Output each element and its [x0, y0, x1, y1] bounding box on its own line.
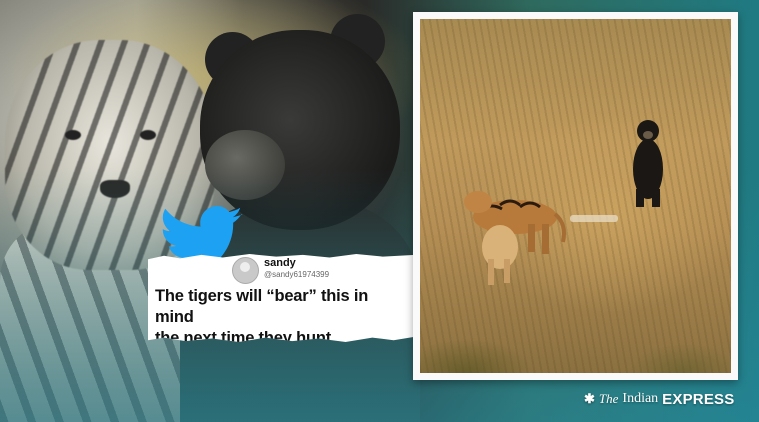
avatar	[232, 257, 259, 284]
tweet-text-line-1: The tigers will “bear” this in mind	[155, 287, 369, 326]
tweet-author-handle: @sandy61974399	[264, 270, 330, 279]
photo-frame	[413, 12, 738, 380]
watermark-express: EXPRESS	[662, 390, 735, 408]
watermark-the: The	[598, 391, 619, 406]
tweet-author-name: sandy	[264, 257, 296, 269]
indian-express-watermark: ✱ The Indian EXPRESS	[584, 389, 734, 409]
second-tiger	[482, 225, 518, 285]
express-star-icon: ✱	[584, 391, 595, 406]
photo-animals	[464, 120, 663, 285]
watermark-indian: Indian	[622, 391, 659, 406]
log	[570, 215, 618, 222]
standing-bear	[633, 120, 663, 207]
wildlife-photo	[420, 19, 731, 373]
tweet-card: sandy @sandy61974399 The tigers will “be…	[148, 254, 415, 342]
